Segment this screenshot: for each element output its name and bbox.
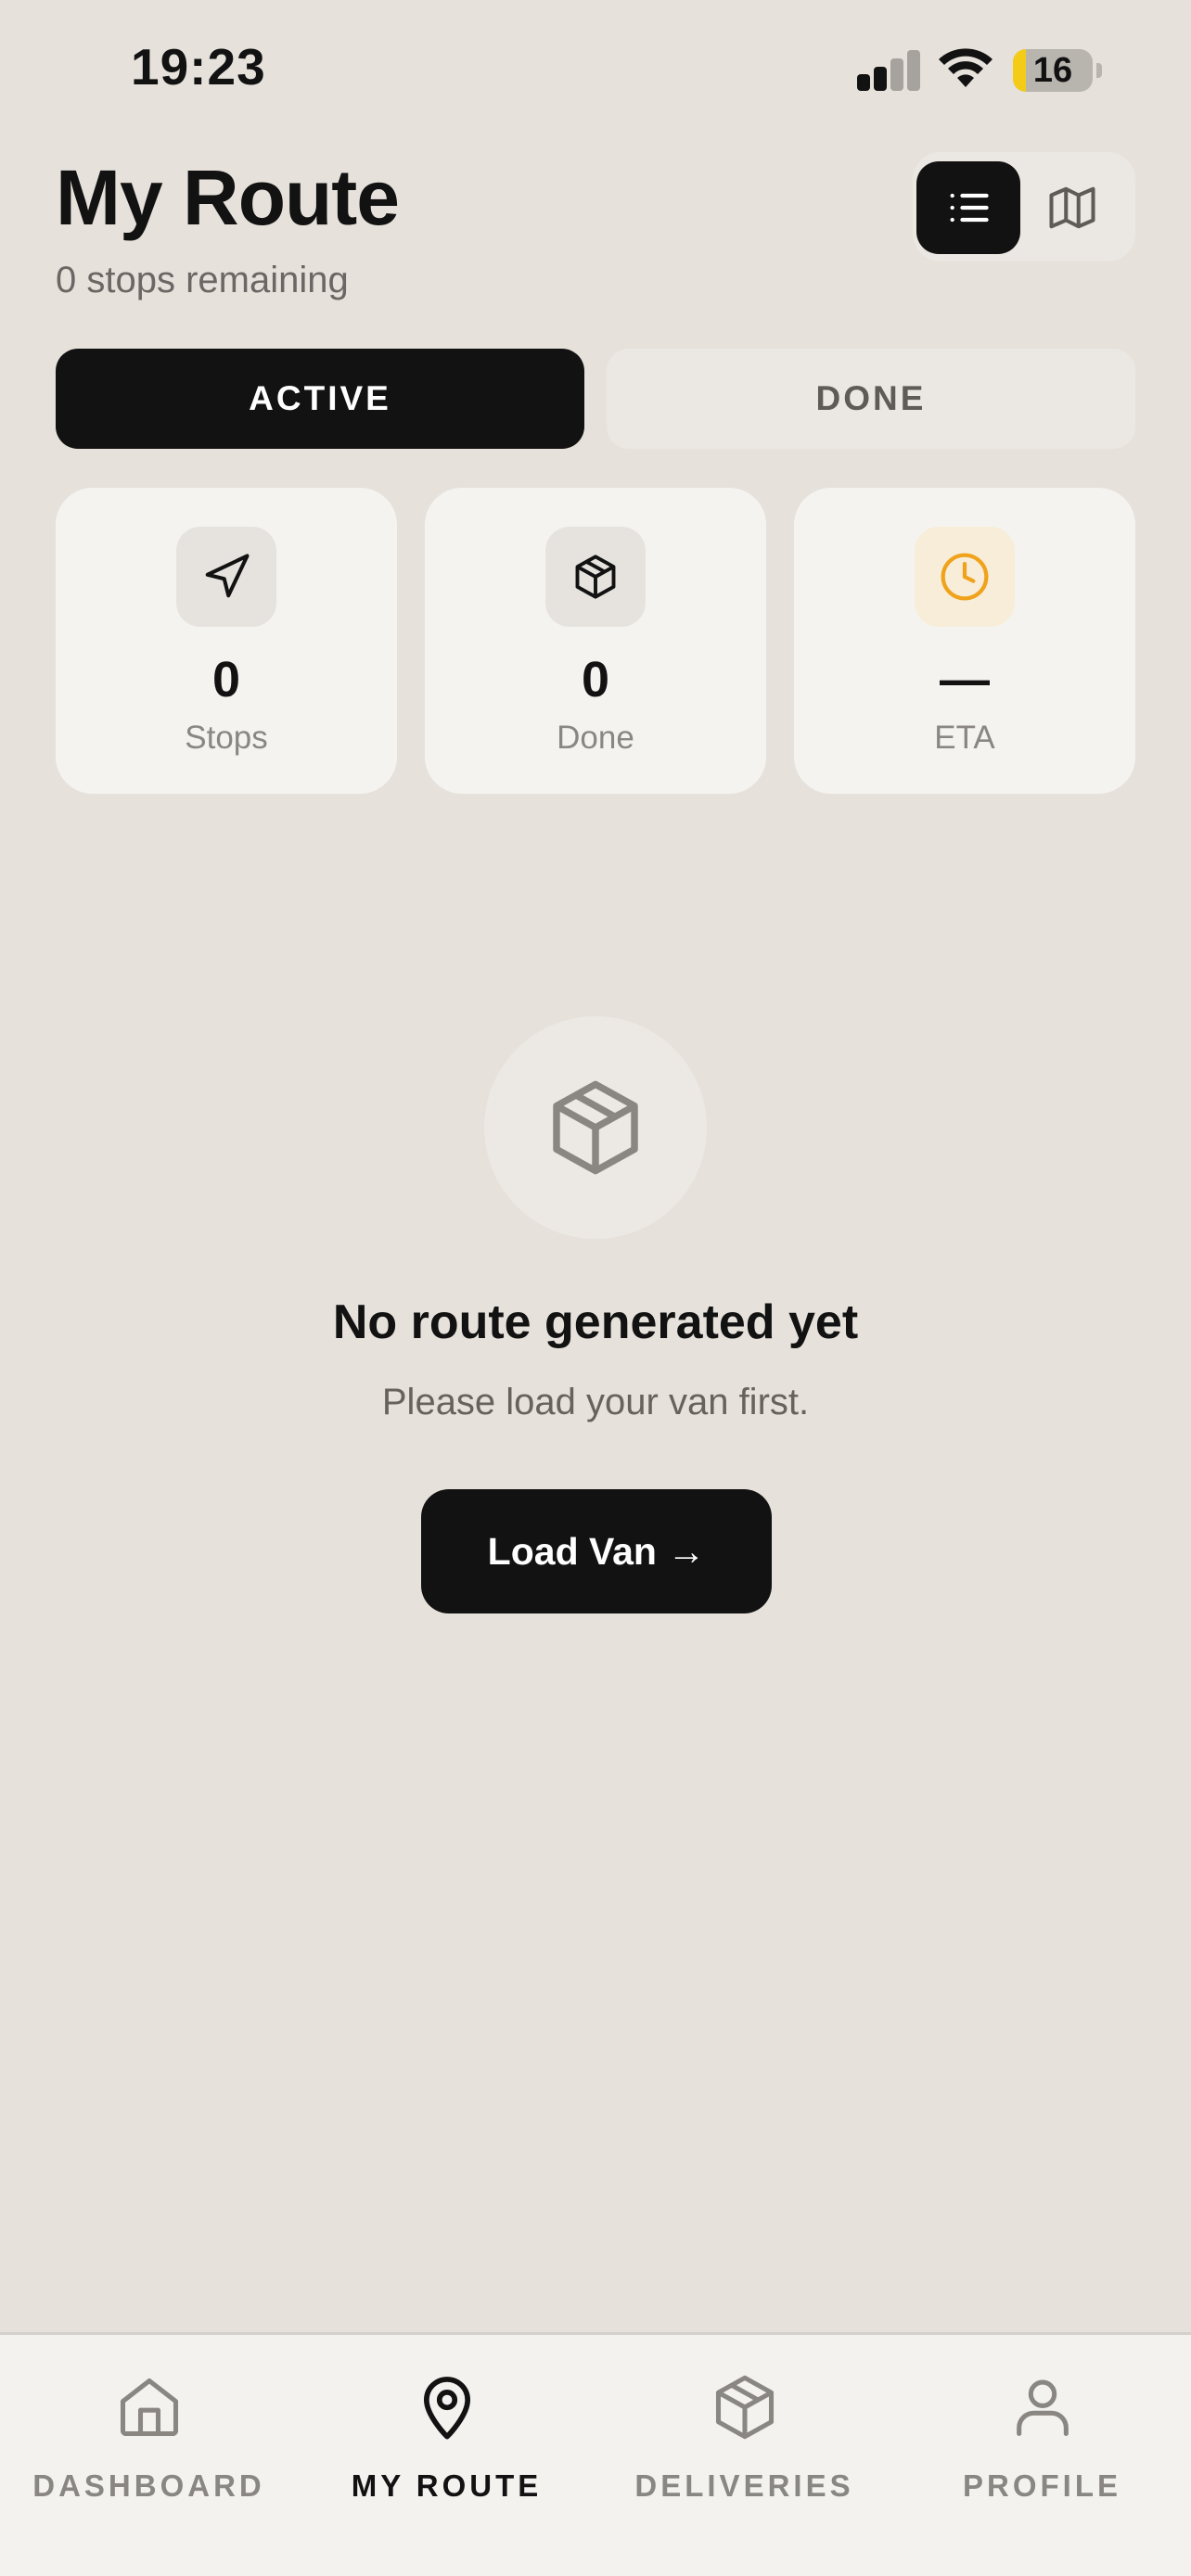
battery-icon: 16 bbox=[1013, 49, 1093, 92]
package-icon bbox=[715, 2375, 774, 2440]
empty-state-message: Please load your van first. bbox=[381, 1382, 810, 1422]
package-icon bbox=[553, 1080, 638, 1175]
clock-icon bbox=[941, 553, 989, 601]
empty-state-title: No route generated yet bbox=[332, 1295, 859, 1349]
stat-label: Done bbox=[557, 720, 634, 756]
tab-active[interactable]: ACTIVE bbox=[56, 349, 584, 449]
stat-card-stops: 0 Stops bbox=[56, 488, 397, 794]
bottom-nav: DASHBOARD MY ROUTE DELIVERIES PROFILE bbox=[0, 2332, 1191, 2576]
stops-remaining-text: 0 stops remaining bbox=[56, 260, 349, 300]
stat-value: 0 bbox=[581, 652, 610, 708]
nav-label: PROFILE bbox=[962, 2468, 1121, 2503]
status-bar: 19:23 16 bbox=[0, 0, 1191, 139]
home-icon bbox=[120, 2378, 178, 2437]
nav-label: DASHBOARD bbox=[32, 2468, 265, 2503]
stat-label: ETA bbox=[934, 720, 995, 756]
stat-value: — bbox=[940, 652, 990, 708]
nav-item-my-route[interactable]: MY ROUTE bbox=[298, 2372, 596, 2511]
nav-item-deliveries[interactable]: DELIVERIES bbox=[596, 2372, 893, 2511]
page-title: My Route bbox=[56, 154, 400, 241]
nav-label: MY ROUTE bbox=[351, 2468, 543, 2503]
nav-item-profile[interactable]: PROFILE bbox=[893, 2372, 1191, 2511]
tab-done[interactable]: DONE bbox=[607, 349, 1135, 449]
stat-card-done: 0 Done bbox=[425, 488, 766, 794]
nav-label: DELIVERIES bbox=[634, 2468, 854, 2503]
view-toggle bbox=[913, 152, 1135, 261]
navigation-arrow-icon bbox=[205, 554, 250, 598]
list-icon bbox=[950, 193, 989, 223]
cellular-signal-icon bbox=[857, 50, 920, 91]
nav-item-dashboard[interactable]: DASHBOARD bbox=[0, 2372, 298, 2511]
status-time: 19:23 bbox=[131, 38, 266, 96]
battery-percent: 16 bbox=[1032, 51, 1073, 90]
user-icon bbox=[1016, 2379, 1069, 2437]
stat-card-eta: — ETA bbox=[794, 488, 1135, 794]
list-view-button[interactable] bbox=[916, 161, 1020, 254]
load-van-button[interactable]: Load Van → bbox=[421, 1489, 772, 1613]
package-icon bbox=[575, 555, 616, 599]
battery-nub bbox=[1096, 63, 1102, 78]
map-pin-icon bbox=[423, 2377, 470, 2440]
wifi-icon bbox=[939, 48, 992, 87]
map-icon bbox=[1049, 186, 1095, 229]
screen: 19:23 16 My Route 0 stops remaining ACTI… bbox=[0, 0, 1191, 2576]
empty-state-illustration bbox=[484, 1016, 707, 1239]
stat-value: 0 bbox=[211, 652, 241, 708]
stat-label: Stops bbox=[185, 720, 268, 756]
map-view-button[interactable] bbox=[1020, 161, 1124, 254]
